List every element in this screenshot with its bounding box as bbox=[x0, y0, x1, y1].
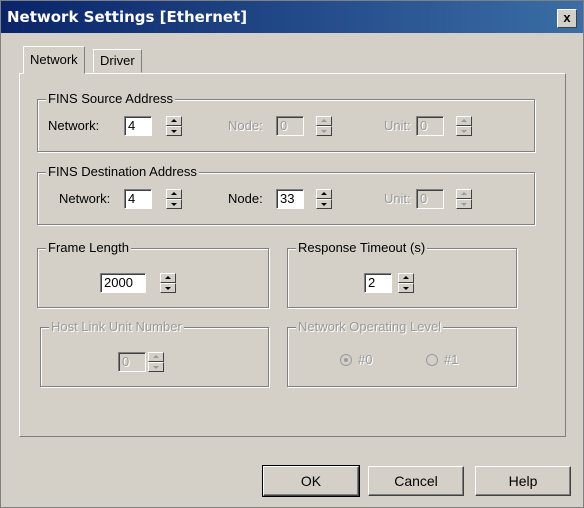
window-title: Network Settings [Ethernet] bbox=[7, 8, 248, 26]
destination-node-label: Node: bbox=[228, 191, 263, 206]
destination-network-spinner[interactable] bbox=[166, 189, 182, 209]
fins-source-title: FINS Source Address bbox=[46, 91, 175, 106]
destination-unit-label: Unit: bbox=[384, 191, 411, 206]
spin-down-icon bbox=[456, 126, 472, 136]
spin-up-icon bbox=[456, 189, 472, 199]
fins-source-group: FINS Source Address Network: 4 Node: 0 U… bbox=[37, 91, 535, 152]
frame-length-group: Frame Length 2000 bbox=[37, 240, 269, 308]
spin-up-icon[interactable] bbox=[398, 273, 414, 283]
source-node-input: 0 bbox=[276, 116, 304, 136]
spin-down-icon[interactable] bbox=[398, 283, 414, 293]
spin-up-icon bbox=[148, 352, 164, 362]
response-timeout-spinner[interactable] bbox=[398, 273, 414, 293]
response-timeout-title: Response Timeout (s) bbox=[296, 240, 428, 255]
title-bar: Network Settings [Ethernet] x bbox=[1, 1, 583, 33]
source-unit-spinner bbox=[456, 116, 472, 136]
fins-destination-group: FINS Destination Address Network: 4 Node… bbox=[37, 164, 535, 225]
spin-down-icon bbox=[456, 199, 472, 209]
source-network-spinner[interactable] bbox=[166, 116, 182, 136]
host-link-input: 0 bbox=[118, 352, 146, 372]
network-level-title: Network Operating Level bbox=[296, 319, 444, 334]
network-settings-dialog: Network Settings [Ethernet] x Network Dr… bbox=[0, 0, 584, 508]
spin-down-icon bbox=[148, 362, 164, 372]
source-network-input[interactable]: 4 bbox=[124, 116, 152, 136]
destination-network-input[interactable]: 4 bbox=[124, 189, 152, 209]
host-link-group: Host Link Unit Number 0 bbox=[40, 319, 269, 387]
spin-up-icon bbox=[316, 116, 332, 126]
spin-up-icon[interactable] bbox=[166, 116, 182, 126]
level-0-label: #0 bbox=[358, 352, 373, 367]
source-network-label: Network: bbox=[48, 118, 100, 133]
destination-unit-spinner bbox=[456, 189, 472, 209]
source-node-label: Node: bbox=[228, 118, 263, 133]
host-link-spinner bbox=[148, 352, 164, 372]
spin-up-icon[interactable] bbox=[166, 189, 182, 199]
spin-up-icon[interactable] bbox=[160, 273, 176, 283]
host-link-title: Host Link Unit Number bbox=[49, 319, 184, 334]
destination-node-spinner[interactable] bbox=[316, 189, 332, 209]
destination-node-input[interactable]: 33 bbox=[276, 189, 304, 209]
source-unit-label: Unit: bbox=[384, 118, 411, 133]
response-timeout-input[interactable]: 2 bbox=[364, 273, 392, 293]
spin-down-icon[interactable] bbox=[316, 199, 332, 209]
frame-length-spinner[interactable] bbox=[160, 273, 176, 293]
help-button[interactable]: Help bbox=[475, 466, 571, 496]
spin-down-icon[interactable] bbox=[160, 283, 176, 293]
spin-down-icon bbox=[316, 126, 332, 136]
close-icon[interactable]: x bbox=[557, 9, 577, 28]
network-level-group: Network Operating Level #0 #1 bbox=[287, 319, 517, 387]
tab-network[interactable]: Network bbox=[23, 46, 85, 74]
cancel-button[interactable]: Cancel bbox=[368, 466, 464, 496]
response-timeout-group: Response Timeout (s) 2 bbox=[287, 240, 517, 308]
source-node-spinner bbox=[316, 116, 332, 136]
level-0-radio bbox=[340, 354, 352, 366]
fins-destination-title: FINS Destination Address bbox=[46, 164, 199, 179]
tab-driver[interactable]: Driver bbox=[93, 49, 142, 73]
destination-network-label: Network: bbox=[59, 191, 111, 206]
level-1-radio bbox=[426, 354, 438, 366]
spin-down-icon[interactable] bbox=[166, 199, 182, 209]
frame-length-title: Frame Length bbox=[46, 240, 131, 255]
source-unit-input: 0 bbox=[416, 116, 444, 136]
frame-length-input[interactable]: 2000 bbox=[100, 273, 146, 293]
spin-down-icon[interactable] bbox=[166, 126, 182, 136]
spin-up-icon[interactable] bbox=[316, 189, 332, 199]
ok-button[interactable]: OK bbox=[262, 465, 360, 497]
network-tab-panel: FINS Source Address Network: 4 Node: 0 U… bbox=[19, 73, 566, 437]
destination-unit-input: 0 bbox=[416, 189, 444, 209]
spin-up-icon bbox=[456, 116, 472, 126]
level-1-label: #1 bbox=[444, 352, 459, 367]
